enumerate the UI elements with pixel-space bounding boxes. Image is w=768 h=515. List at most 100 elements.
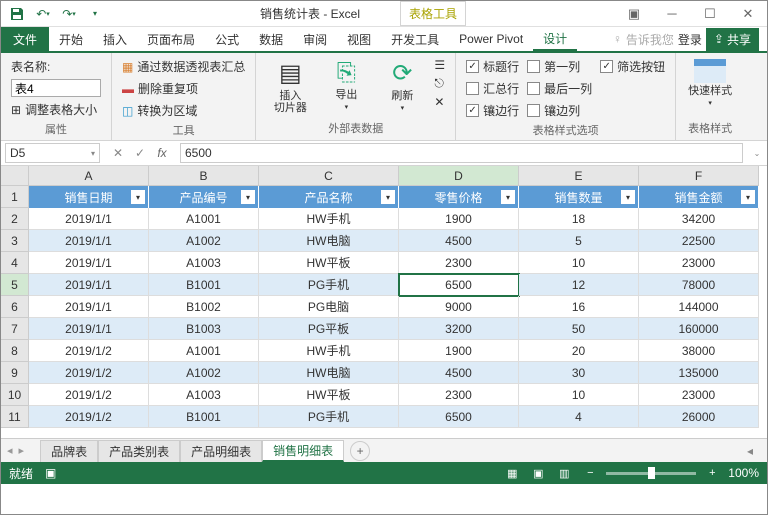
cell[interactable]: 22500 — [639, 230, 759, 252]
row-header[interactable]: 7 — [1, 318, 29, 340]
resize-table-button[interactable]: ⊞调整表格大小 — [11, 100, 101, 119]
cell[interactable]: 2300 — [399, 384, 519, 406]
banded-rows-checkbox[interactable]: ✓镶边行 — [466, 101, 519, 120]
cell[interactable]: A1001 — [149, 208, 259, 230]
table-header[interactable]: 产品名称▾ — [259, 186, 399, 208]
row-header[interactable]: 2 — [1, 208, 29, 230]
cell[interactable]: 2019/1/2 — [29, 362, 149, 384]
filter-dropdown-icon[interactable]: ▾ — [131, 190, 145, 204]
cell[interactable]: 1900 — [399, 340, 519, 362]
convert-range-button[interactable]: ◫转换为区域 — [122, 101, 245, 120]
tell-me[interactable]: 告诉我您 — [626, 31, 674, 48]
cell[interactable]: 20 — [519, 340, 639, 362]
cell[interactable]: 2019/1/1 — [29, 274, 149, 296]
filter-dropdown-icon[interactable]: ▾ — [501, 190, 515, 204]
sheet-tab-2[interactable]: 产品类别表 — [98, 440, 180, 462]
cell[interactable]: A1002 — [149, 230, 259, 252]
last-col-checkbox[interactable]: 最后一列 — [527, 79, 592, 98]
tablename-input[interactable] — [11, 79, 101, 97]
ribbon-display-options[interactable]: ▣ — [619, 3, 649, 25]
properties-button[interactable]: ☰ — [434, 57, 445, 73]
cell[interactable]: 144000 — [639, 296, 759, 318]
cell[interactable]: 10 — [519, 384, 639, 406]
row-header[interactable]: 1 — [1, 186, 29, 208]
cell[interactable]: HW电脑 — [259, 362, 399, 384]
cell[interactable]: PG手机 — [259, 406, 399, 428]
open-browser-button[interactable]: ⎋ — [434, 75, 445, 92]
tab-data[interactable]: 数据 — [249, 27, 293, 51]
tab-view[interactable]: 视图 — [337, 27, 381, 51]
cell[interactable]: 78000 — [639, 274, 759, 296]
zoom-slider[interactable] — [606, 472, 696, 475]
scroll-left-icon[interactable]: ◂ — [747, 444, 753, 458]
banded-cols-checkbox[interactable]: 镶边列 — [527, 101, 592, 120]
cell[interactable]: A1003 — [149, 384, 259, 406]
column-header[interactable]: A — [29, 166, 149, 186]
row-header[interactable]: 11 — [1, 406, 29, 428]
table-header[interactable]: 产品编号▾ — [149, 186, 259, 208]
cell[interactable]: PG手机 — [259, 274, 399, 296]
cell[interactable]: 2019/1/1 — [29, 230, 149, 252]
export-button[interactable]: ⎘导出▾ — [322, 57, 370, 113]
view-page-layout-button[interactable]: ▣ — [528, 464, 548, 482]
cell[interactable]: 50 — [519, 318, 639, 340]
maximize-button[interactable]: ☐ — [695, 3, 725, 25]
filter-dropdown-icon[interactable]: ▾ — [381, 190, 395, 204]
cell[interactable]: HW手机 — [259, 340, 399, 362]
cell[interactable]: 135000 — [639, 362, 759, 384]
sheet-tab-3[interactable]: 产品明细表 — [180, 440, 262, 462]
remove-duplicates-button[interactable]: ▬删除重复项 — [122, 79, 245, 98]
login-button[interactable]: 登录 — [678, 31, 702, 48]
row-header[interactable]: 9 — [1, 362, 29, 384]
filter-dropdown-icon[interactable]: ▾ — [241, 190, 255, 204]
cell[interactable]: 2019/1/1 — [29, 252, 149, 274]
tab-file[interactable]: 文件 — [1, 27, 49, 51]
cell[interactable]: 3200 — [399, 318, 519, 340]
row-header[interactable]: 3 — [1, 230, 29, 252]
new-sheet-button[interactable]: + — [350, 441, 370, 461]
tab-review[interactable]: 审阅 — [293, 27, 337, 51]
cell[interactable]: 23000 — [639, 252, 759, 274]
filter-button-checkbox[interactable]: ✓筛选按钮 — [600, 57, 665, 76]
sheet-tab-1[interactable]: 品牌表 — [40, 440, 98, 462]
table-header[interactable]: 销售金额▾ — [639, 186, 759, 208]
cancel-entry-button[interactable]: ✕ — [108, 143, 128, 163]
table-header[interactable]: 销售数量▾ — [519, 186, 639, 208]
cell[interactable]: A1003 — [149, 252, 259, 274]
cell[interactable]: HW手机 — [259, 208, 399, 230]
save-button[interactable] — [5, 3, 29, 25]
tab-insert[interactable]: 插入 — [93, 27, 137, 51]
tab-developer[interactable]: 开发工具 — [381, 27, 449, 51]
column-header[interactable]: E — [519, 166, 639, 186]
zoom-out-button[interactable]: − — [580, 464, 600, 482]
macro-record-icon[interactable]: ▣ — [45, 466, 56, 480]
sheet-tab-4[interactable]: 销售明细表 — [262, 440, 344, 462]
cell[interactable]: 18 — [519, 208, 639, 230]
cell[interactable]: 2019/1/1 — [29, 296, 149, 318]
tab-formulas[interactable]: 公式 — [205, 27, 249, 51]
cell[interactable]: 6500 — [399, 274, 519, 296]
cell[interactable]: 2019/1/2 — [29, 340, 149, 362]
row-header[interactable]: 5 — [1, 274, 29, 296]
cell[interactable]: A1001 — [149, 340, 259, 362]
summarize-pivot-button[interactable]: ▦通过数据透视表汇总 — [122, 57, 245, 76]
cell[interactable]: 4500 — [399, 230, 519, 252]
cell[interactable]: 160000 — [639, 318, 759, 340]
tab-power-pivot[interactable]: Power Pivot — [449, 27, 533, 51]
cell[interactable]: 2019/1/2 — [29, 406, 149, 428]
expand-formula-bar[interactable]: ⌄ — [747, 143, 767, 163]
cell[interactable]: 2019/1/1 — [29, 318, 149, 340]
undo-button[interactable]: ↶▾ — [31, 3, 55, 25]
cell[interactable]: HW电脑 — [259, 230, 399, 252]
column-header[interactable]: D — [399, 166, 519, 186]
zoom-in-button[interactable]: + — [702, 464, 722, 482]
first-col-checkbox[interactable]: 第一列 — [527, 57, 592, 76]
filter-dropdown-icon[interactable]: ▾ — [621, 190, 635, 204]
row-header[interactable]: 8 — [1, 340, 29, 362]
close-button[interactable]: ✕ — [733, 3, 763, 25]
row-header[interactable]: 6 — [1, 296, 29, 318]
cell[interactable]: HW平板 — [259, 252, 399, 274]
quick-styles-button[interactable]: 快速样式▾ — [686, 57, 734, 109]
share-button[interactable]: ⇪共享 — [706, 28, 759, 51]
worksheet-grid[interactable]: ABCDEF1销售日期▾产品编号▾产品名称▾零售价格▾销售数量▾销售金额▾220… — [1, 166, 767, 438]
